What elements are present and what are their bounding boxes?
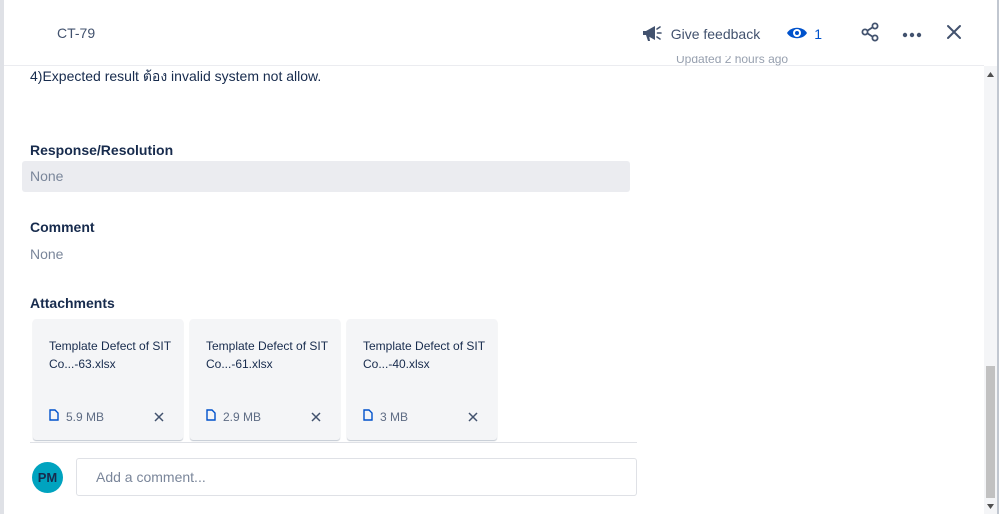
scroll-up-button[interactable] [984, 68, 997, 80]
attachment-size: 3 MB [380, 410, 409, 424]
close-icon [311, 412, 321, 422]
megaphone-icon [641, 24, 663, 45]
close-button[interactable] [938, 18, 970, 50]
avatar: PM [32, 462, 63, 493]
share-icon [860, 22, 880, 47]
issue-key-link[interactable]: CT-79 [57, 25, 95, 41]
watchers-count: 1 [814, 26, 822, 42]
delete-attachment-button[interactable] [308, 409, 324, 425]
comment-divider [30, 442, 637, 443]
close-icon [946, 24, 962, 45]
more-actions-button[interactable] [896, 18, 928, 50]
delete-attachment-button[interactable] [151, 409, 167, 425]
attachment-name: Template Defect of SIT Co...-63.xlsx [49, 339, 171, 371]
comment-field-label: Comment [30, 219, 95, 235]
scrollbar-thumb[interactable] [986, 366, 995, 498]
attachment-card[interactable]: Template Defect of SIT Co...-63.xlsx 5.9… [33, 319, 183, 440]
give-feedback-label: Give feedback [670, 26, 761, 42]
delete-attachment-button[interactable] [465, 409, 481, 425]
response-resolution-label: Response/Resolution [30, 142, 174, 158]
response-resolution-field[interactable]: None [22, 161, 630, 192]
comment-field-value[interactable]: None [30, 246, 63, 262]
file-icon [206, 408, 216, 426]
more-icon [902, 25, 922, 43]
attachments-label: Attachments [30, 295, 115, 311]
attachment-size: 5.9 MB [66, 410, 105, 424]
add-comment-input[interactable] [76, 458, 637, 496]
attachments-list: Template Defect of SIT Co...-63.xlsx 5.9… [33, 319, 497, 440]
scroll-down-button[interactable] [984, 500, 997, 512]
give-feedback-button[interactable]: Give feedback [641, 24, 761, 45]
description-text: 4)Expected result ต้อง invalid system no… [30, 68, 322, 84]
share-button[interactable] [854, 18, 886, 50]
attachment-card[interactable]: Template Defect of SIT Co...-40.xlsx 3 M… [347, 319, 497, 440]
attachment-name: Template Defect of SIT Co...-61.xlsx [206, 339, 328, 371]
file-icon [49, 408, 59, 426]
issue-content: 4)Expected result ต้อง invalid system no… [4, 66, 984, 514]
attachment-card[interactable]: Template Defect of SIT Co...-61.xlsx 2.9… [190, 319, 340, 440]
watch-button[interactable]: 1 [786, 25, 822, 44]
header-actions: Give feedback 1 [641, 18, 970, 50]
close-icon [468, 412, 478, 422]
caret-down-icon [987, 503, 994, 509]
scrollbar[interactable] [984, 66, 997, 514]
attachment-name: Template Defect of SIT Co...-40.xlsx [363, 339, 485, 371]
close-icon [154, 412, 164, 422]
attachment-size: 2.9 MB [223, 410, 262, 424]
issue-header: CT-79 Give feedback 1 [4, 0, 984, 66]
eye-icon [786, 25, 808, 44]
caret-up-icon [987, 71, 994, 77]
updated-timestamp: Updated 2 hours ago [676, 56, 789, 66]
file-icon [363, 408, 373, 426]
